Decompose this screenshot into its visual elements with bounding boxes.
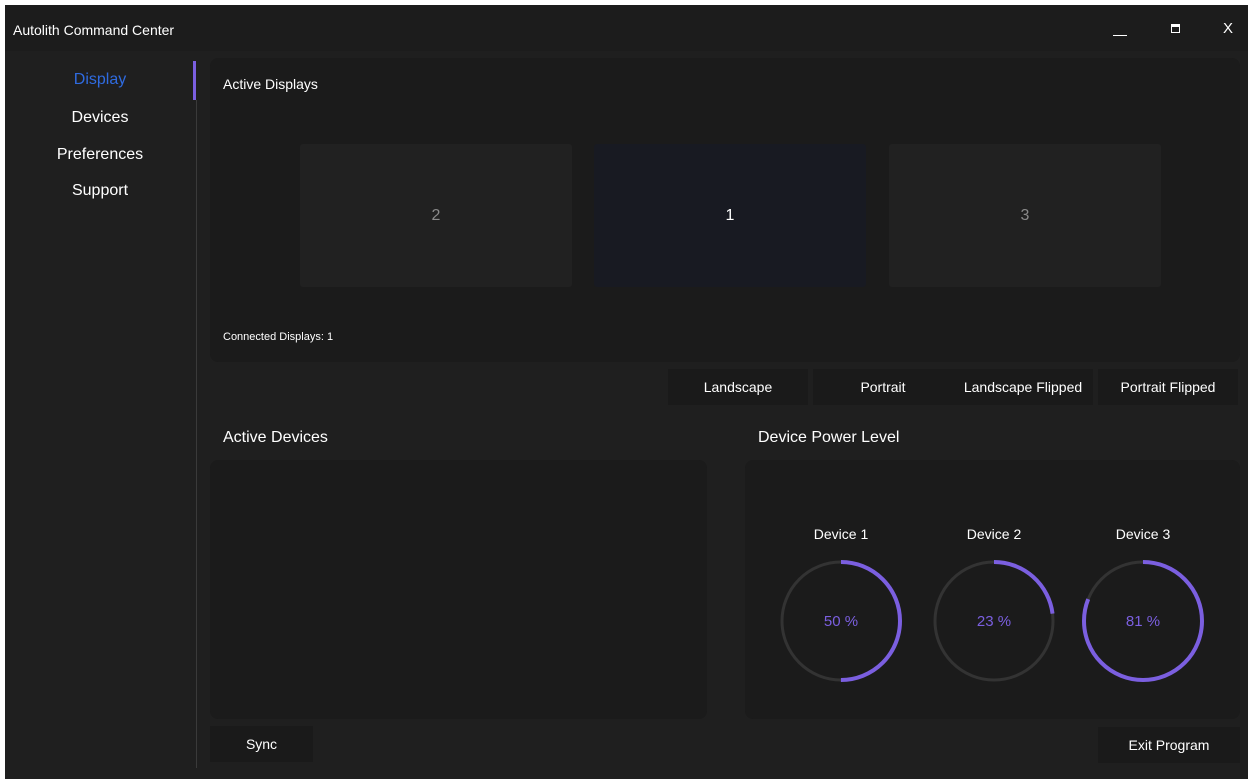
device-3-power-gauge: 81 % bbox=[1080, 558, 1206, 684]
display-tile-label: 1 bbox=[725, 206, 735, 224]
exit-program-button-label: Exit Program bbox=[1128, 737, 1210, 753]
device-2-label: Device 2 bbox=[966, 526, 1022, 542]
active-devices-list bbox=[210, 460, 707, 719]
sync-button-label: Sync bbox=[245, 736, 278, 752]
sidebar-item-label: Display bbox=[73, 71, 127, 88]
display-tile-3[interactable]: 3 bbox=[889, 144, 1161, 287]
nav-divider bbox=[196, 100, 197, 768]
portrait-flipped-button-label: Portrait Flipped bbox=[1120, 379, 1216, 395]
sidebar-item-support[interactable]: Support bbox=[5, 182, 195, 200]
sidebar-item-display[interactable]: Display bbox=[5, 71, 195, 89]
connected-displays-count: Connected Displays: 1 bbox=[223, 331, 334, 343]
display-tile-label: 3 bbox=[1020, 206, 1030, 224]
close-button[interactable]: X bbox=[1208, 5, 1248, 51]
portrait-button[interactable]: Portrait bbox=[813, 369, 953, 405]
sidebar-item-label: Devices bbox=[71, 109, 129, 126]
device-1-power-gauge: 50 % bbox=[778, 558, 904, 684]
device-2-percent: 23 % bbox=[976, 612, 1012, 630]
sync-button[interactable]: Sync bbox=[210, 726, 313, 762]
landscape-flipped-button-label: Landscape Flipped bbox=[963, 379, 1083, 395]
active-displays-title: Active Displays bbox=[223, 76, 318, 92]
sidebar-item-devices[interactable]: Devices bbox=[5, 109, 195, 127]
landscape-flipped-button[interactable]: Landscape Flipped bbox=[953, 369, 1093, 405]
device-1-percent: 50 % bbox=[823, 612, 859, 630]
device-3-percent: 81 % bbox=[1125, 612, 1161, 630]
active-devices-title: Active Devices bbox=[223, 429, 328, 446]
app-window: Autolith Command Center X Display Device… bbox=[5, 5, 1248, 779]
maximize-icon bbox=[1170, 23, 1180, 33]
landscape-button-label: Landscape bbox=[703, 379, 773, 395]
portrait-flipped-button[interactable]: Portrait Flipped bbox=[1098, 369, 1238, 405]
sidebar-item-label: Support bbox=[71, 182, 129, 199]
maximize-button[interactable] bbox=[1155, 5, 1195, 51]
device-2-power-gauge: 23 % bbox=[931, 558, 1057, 684]
minimize-icon bbox=[1113, 34, 1127, 36]
landscape-button[interactable]: Landscape bbox=[668, 369, 808, 405]
portrait-button-label: Portrait bbox=[860, 379, 906, 395]
display-tile-2[interactable]: 2 bbox=[300, 144, 572, 287]
nav-active-indicator bbox=[193, 61, 196, 100]
close-icon: X bbox=[1222, 19, 1233, 37]
exit-program-button[interactable]: Exit Program bbox=[1098, 727, 1240, 763]
device-1-label: Device 1 bbox=[813, 526, 869, 542]
title-bar: Autolith Command Center X bbox=[5, 5, 1248, 51]
device-power-title: Device Power Level bbox=[758, 429, 900, 446]
device-3-label: Device 3 bbox=[1115, 526, 1171, 542]
minimize-button[interactable] bbox=[1100, 5, 1140, 51]
display-tile-1[interactable]: 1 bbox=[594, 144, 866, 287]
window-title: Autolith Command Center bbox=[13, 22, 175, 38]
sidebar-item-preferences[interactable]: Preferences bbox=[5, 146, 195, 164]
sidebar-item-label: Preferences bbox=[56, 146, 144, 163]
display-tile-label: 2 bbox=[431, 206, 441, 224]
